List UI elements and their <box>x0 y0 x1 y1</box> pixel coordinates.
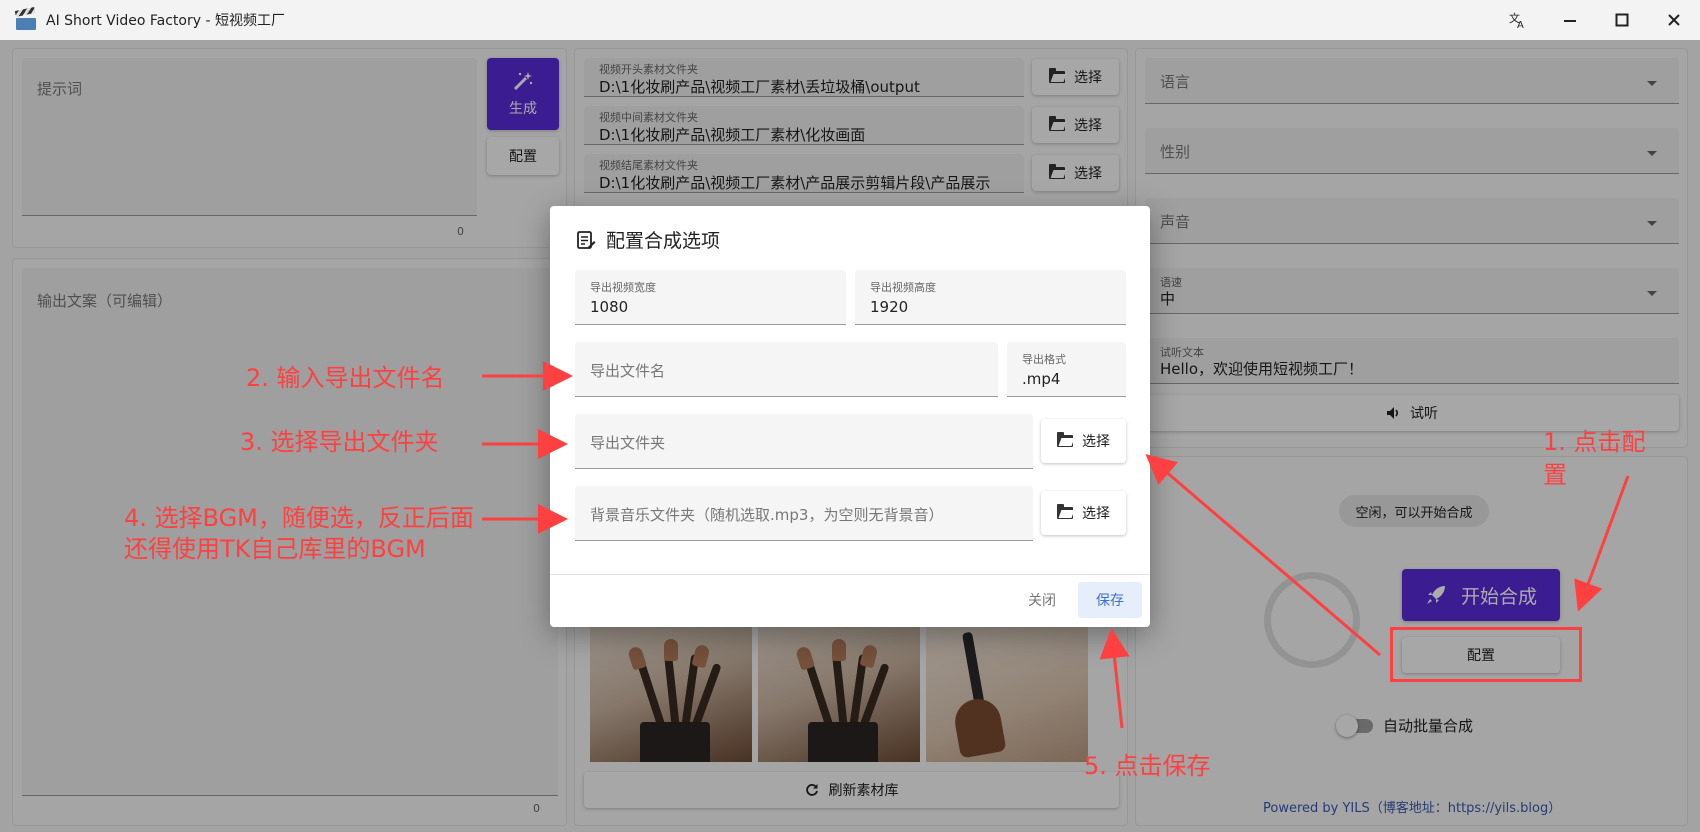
translate-icon[interactable]: 文A <box>1492 0 1544 40</box>
annotation-highlight-box <box>1390 627 1582 682</box>
annotation-step-1: 1. 点击配置 <box>1543 428 1646 489</box>
maximize-button[interactable] <box>1596 0 1648 40</box>
export-width-input[interactable]: 导出视频宽度 1080 <box>575 270 846 325</box>
select-label: 选择 <box>1082 506 1110 522</box>
dialog-close-button[interactable]: 关闭 <box>1020 582 1064 618</box>
export-folder-placeholder: 导出文件夹 <box>590 434 666 452</box>
bgm-folder-input[interactable]: 背景音乐文件夹（随机选取.mp3，为空则无背景音） <box>575 486 1033 541</box>
annotation-step-2: 2. 输入导出文件名 <box>246 364 445 392</box>
dialog-title: 配置合成选项 <box>576 226 720 253</box>
export-filename-placeholder: 导出文件名 <box>590 362 666 380</box>
close-button[interactable] <box>1648 0 1700 40</box>
select-bgm-folder-button[interactable]: 选择 <box>1041 491 1126 535</box>
export-height-value: 1920 <box>870 298 909 316</box>
select-label: 选择 <box>1082 434 1110 450</box>
annotation-step-4-line-1: 4. 选择BGM，随便选，反正后面 <box>124 504 474 532</box>
config-dialog: 配置合成选项 导出视频宽度 1080 导出视频高度 1920 导出文件名 导出格… <box>550 206 1150 627</box>
dialog-divider <box>550 574 1150 575</box>
export-format-select[interactable]: 导出格式 .mp4 <box>1007 342 1126 397</box>
select-export-folder-button[interactable]: 选择 <box>1041 419 1126 463</box>
export-height-input[interactable]: 导出视频高度 1920 <box>855 270 1126 325</box>
folder-open-icon <box>1057 432 1073 447</box>
export-format-value: .mp4 <box>1022 370 1061 388</box>
export-format-label: 导出格式 <box>1022 353 1066 366</box>
export-height-label: 导出视频高度 <box>870 281 936 294</box>
edit-note-icon <box>577 230 596 249</box>
dialog-save-button[interactable]: 保存 <box>1078 582 1142 618</box>
export-filename-input[interactable]: 导出文件名 <box>575 342 998 397</box>
svg-text:A: A <box>1517 20 1524 29</box>
export-width-label: 导出视频宽度 <box>590 281 656 294</box>
export-folder-input[interactable]: 导出文件夹 <box>575 414 1033 469</box>
bgm-folder-placeholder: 背景音乐文件夹（随机选取.mp3，为空则无背景音） <box>590 506 944 524</box>
annotation-step-4-line-2: 还得使用TK自己库里的BGM <box>124 535 426 563</box>
annotation-step-3: 3. 选择导出文件夹 <box>240 428 439 456</box>
minimize-button[interactable] <box>1544 0 1596 40</box>
title-bar: AI Short Video Factory - 短视频工厂 文A <box>0 0 1700 40</box>
export-width-value: 1080 <box>590 298 629 316</box>
folder-open-icon <box>1057 504 1073 519</box>
annotation-step-5: 5. 点击保存 <box>1084 752 1211 780</box>
clapperboard-icon <box>14 6 36 30</box>
window-title: AI Short Video Factory - 短视频工厂 <box>46 13 285 29</box>
